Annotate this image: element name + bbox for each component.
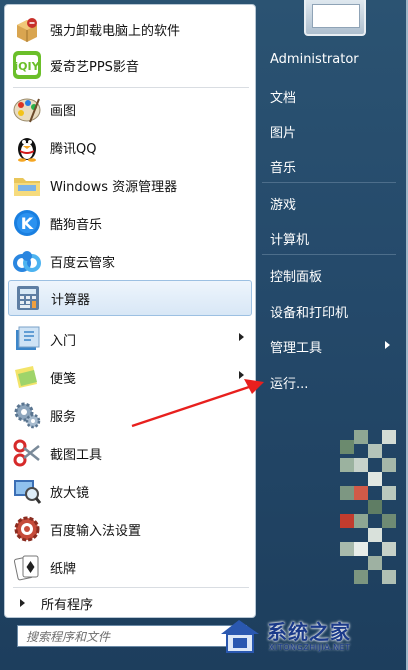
program-label: 放大镜: [50, 485, 90, 501]
program-label: 入门: [50, 333, 77, 349]
calculator-icon: [12, 282, 44, 314]
watermark-logo-icon: [221, 620, 259, 653]
watermark-url: XITONGZHIJIA.NET: [269, 643, 351, 652]
all-programs-label: 所有程序: [41, 597, 94, 613]
watermark-title: 系统之家: [267, 620, 351, 644]
right-item-computer[interactable]: 计算机: [270, 229, 309, 248]
right-item-pictures[interactable]: 图片: [270, 122, 296, 141]
search-placeholder: 搜索程序和文件: [26, 629, 111, 644]
snipping-scissors-icon: [11, 437, 43, 469]
sticky-notes-icon: [11, 361, 43, 393]
submenu-arrow-icon: [239, 371, 244, 379]
program-getting-started[interactable]: 入门: [8, 321, 252, 357]
program-calculator[interactable]: 计算器: [8, 280, 252, 316]
program-windows-explorer[interactable]: Windows 资源管理器: [8, 167, 252, 203]
right-item-administrator[interactable]: Administrator: [270, 52, 359, 67]
svg-text:K: K: [21, 214, 34, 233]
program-snipping-tool[interactable]: 截图工具: [8, 435, 252, 471]
baidu-cloud-icon: [11, 245, 43, 277]
iqiyi-icon: iQIY: [11, 49, 43, 81]
user-picture[interactable]: [304, 0, 366, 36]
search-input[interactable]: 搜索程序和文件: [17, 625, 247, 647]
program-label: 画图: [50, 103, 77, 119]
divider: [13, 587, 249, 588]
program-sticky-notes[interactable]: 便笺: [8, 359, 252, 395]
program-label: 纸牌: [50, 561, 77, 577]
arrow-right-icon: [20, 599, 25, 607]
divider: [262, 254, 396, 255]
program-label: 百度输入法设置: [50, 523, 142, 539]
program-uninstall[interactable]: 强力卸载电脑上的软件: [8, 11, 252, 47]
paint-icon: [11, 93, 43, 125]
program-services[interactable]: 服务: [8, 397, 252, 433]
submenu-arrow-icon: [239, 333, 244, 341]
program-label: 计算器: [51, 292, 91, 308]
right-item-games[interactable]: 游戏: [270, 194, 296, 213]
program-solitaire[interactable]: 纸牌: [8, 549, 252, 585]
program-label: 酷狗音乐: [50, 217, 103, 233]
blurred-region: [340, 430, 396, 584]
right-item-devices-printers[interactable]: 设备和打印机: [270, 302, 348, 321]
uninstall-box-icon: [11, 13, 43, 45]
baidu-ime-settings-icon: [11, 513, 43, 545]
divider: [262, 182, 396, 183]
start-menu: 强力卸载电脑上的软件 iQIY 爱奇艺PPS影音 画图 腾讯QQ Windows…: [0, 0, 408, 670]
program-label: 截图工具: [50, 447, 103, 463]
program-baidu-ime-settings[interactable]: 百度输入法设置: [8, 511, 252, 547]
program-label: 便笺: [50, 371, 77, 387]
programs-panel: 强力卸载电脑上的软件 iQIY 爱奇艺PPS影音 画图 腾讯QQ Windows…: [4, 4, 256, 618]
watermark: 系统之家 XITONGZHIJIA.NET: [215, 612, 405, 666]
getting-started-icon: [11, 323, 43, 355]
program-label: 爱奇艺PPS影音: [50, 59, 139, 75]
right-item-control-panel[interactable]: 控制面板: [270, 266, 322, 285]
program-label: 腾讯QQ: [50, 141, 97, 157]
right-item-run[interactable]: 运行...: [270, 373, 308, 392]
svg-text:iQIY: iQIY: [14, 60, 40, 73]
program-label: Windows 资源管理器: [50, 179, 178, 195]
magnifier-icon: [11, 475, 43, 507]
program-kugou[interactable]: K 酷狗音乐: [8, 205, 252, 241]
right-item-admin-tools[interactable]: 管理工具: [270, 337, 322, 356]
kugou-icon: K: [11, 207, 43, 239]
services-gear-icon: [11, 399, 43, 431]
divider: [13, 87, 249, 88]
program-label: 服务: [50, 409, 77, 425]
user-picture-image: [312, 4, 360, 28]
right-item-music[interactable]: 音乐: [270, 157, 296, 176]
program-paint[interactable]: 画图: [8, 91, 252, 127]
solitaire-cards-icon: [11, 551, 43, 583]
submenu-arrow-icon: [385, 341, 390, 349]
right-item-documents[interactable]: 文档: [270, 87, 296, 106]
program-iqiyi[interactable]: iQIY 爱奇艺PPS影音: [8, 47, 252, 83]
qq-penguin-icon: [11, 131, 43, 163]
program-magnifier[interactable]: 放大镜: [8, 473, 252, 509]
program-qq[interactable]: 腾讯QQ: [8, 129, 252, 165]
folder-explorer-icon: [11, 169, 43, 201]
program-label: 强力卸载电脑上的软件: [50, 23, 181, 39]
program-label: 百度云管家: [50, 255, 116, 271]
program-baidu-cloud[interactable]: 百度云管家: [8, 243, 252, 279]
